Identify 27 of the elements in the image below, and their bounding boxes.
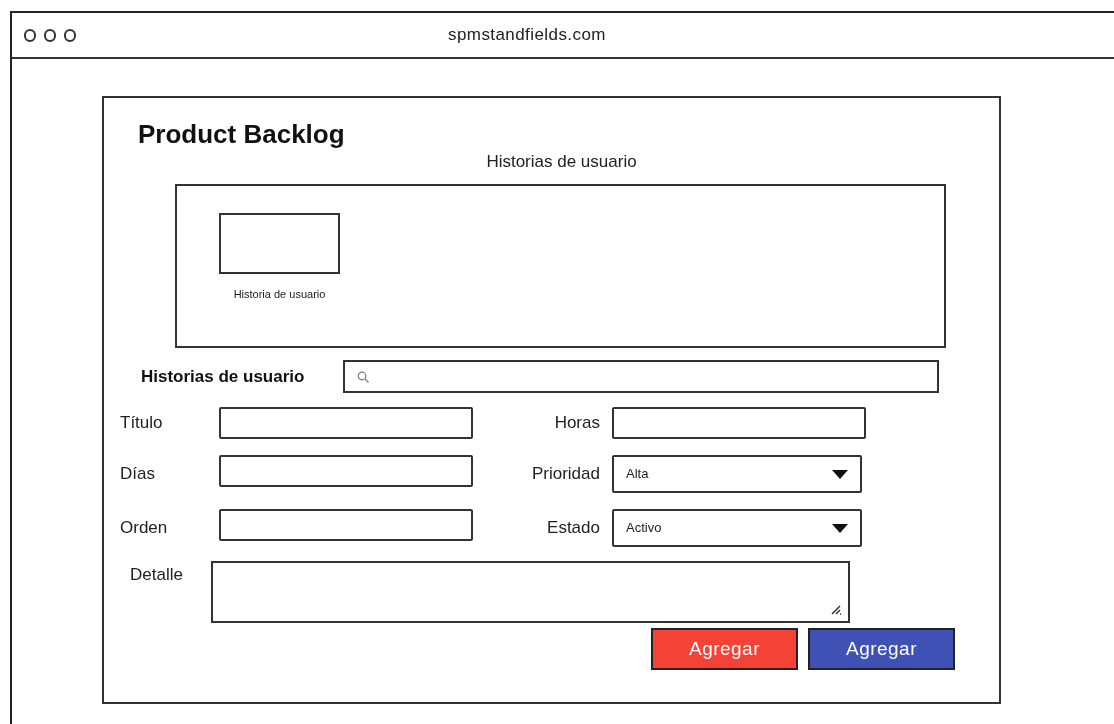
- dropdown[interactable]: Alta: [612, 455, 862, 493]
- search-field[interactable]: [343, 360, 939, 393]
- page-title: Product Backlog: [138, 118, 346, 150]
- caret-icon: [832, 469, 848, 479]
- field-label: Orden: [120, 517, 168, 540]
- story-card[interactable]: [219, 213, 340, 274]
- field-label: Días: [120, 463, 155, 486]
- field-label: Detalle: [130, 564, 184, 586]
- resize-grip-icon: [830, 603, 842, 615]
- field-label: Prioridad: [531, 463, 600, 486]
- field-label: Título: [120, 412, 163, 435]
- add-button[interactable]: Agregar: [651, 628, 798, 670]
- search-icon: [357, 370, 369, 383]
- input-field[interactable]: [612, 407, 866, 439]
- caret-icon: [832, 523, 848, 533]
- input-field[interactable]: [219, 407, 473, 439]
- dropdown[interactable]: Activo: [612, 509, 862, 547]
- add-button[interactable]: Agregar: [808, 628, 955, 670]
- search-label: Historias de usuario: [141, 365, 306, 388]
- field-label: Estado: [547, 517, 600, 540]
- input-field[interactable]: [219, 455, 473, 487]
- url-text: spmstandfields.com: [448, 24, 606, 47]
- section-title: Historias de usuario: [486, 151, 637, 173]
- text-area[interactable]: [211, 561, 850, 623]
- card-caption: Historia de usuario: [233, 287, 326, 302]
- field-label: Horas: [554, 412, 600, 435]
- input-field[interactable]: [219, 509, 473, 541]
